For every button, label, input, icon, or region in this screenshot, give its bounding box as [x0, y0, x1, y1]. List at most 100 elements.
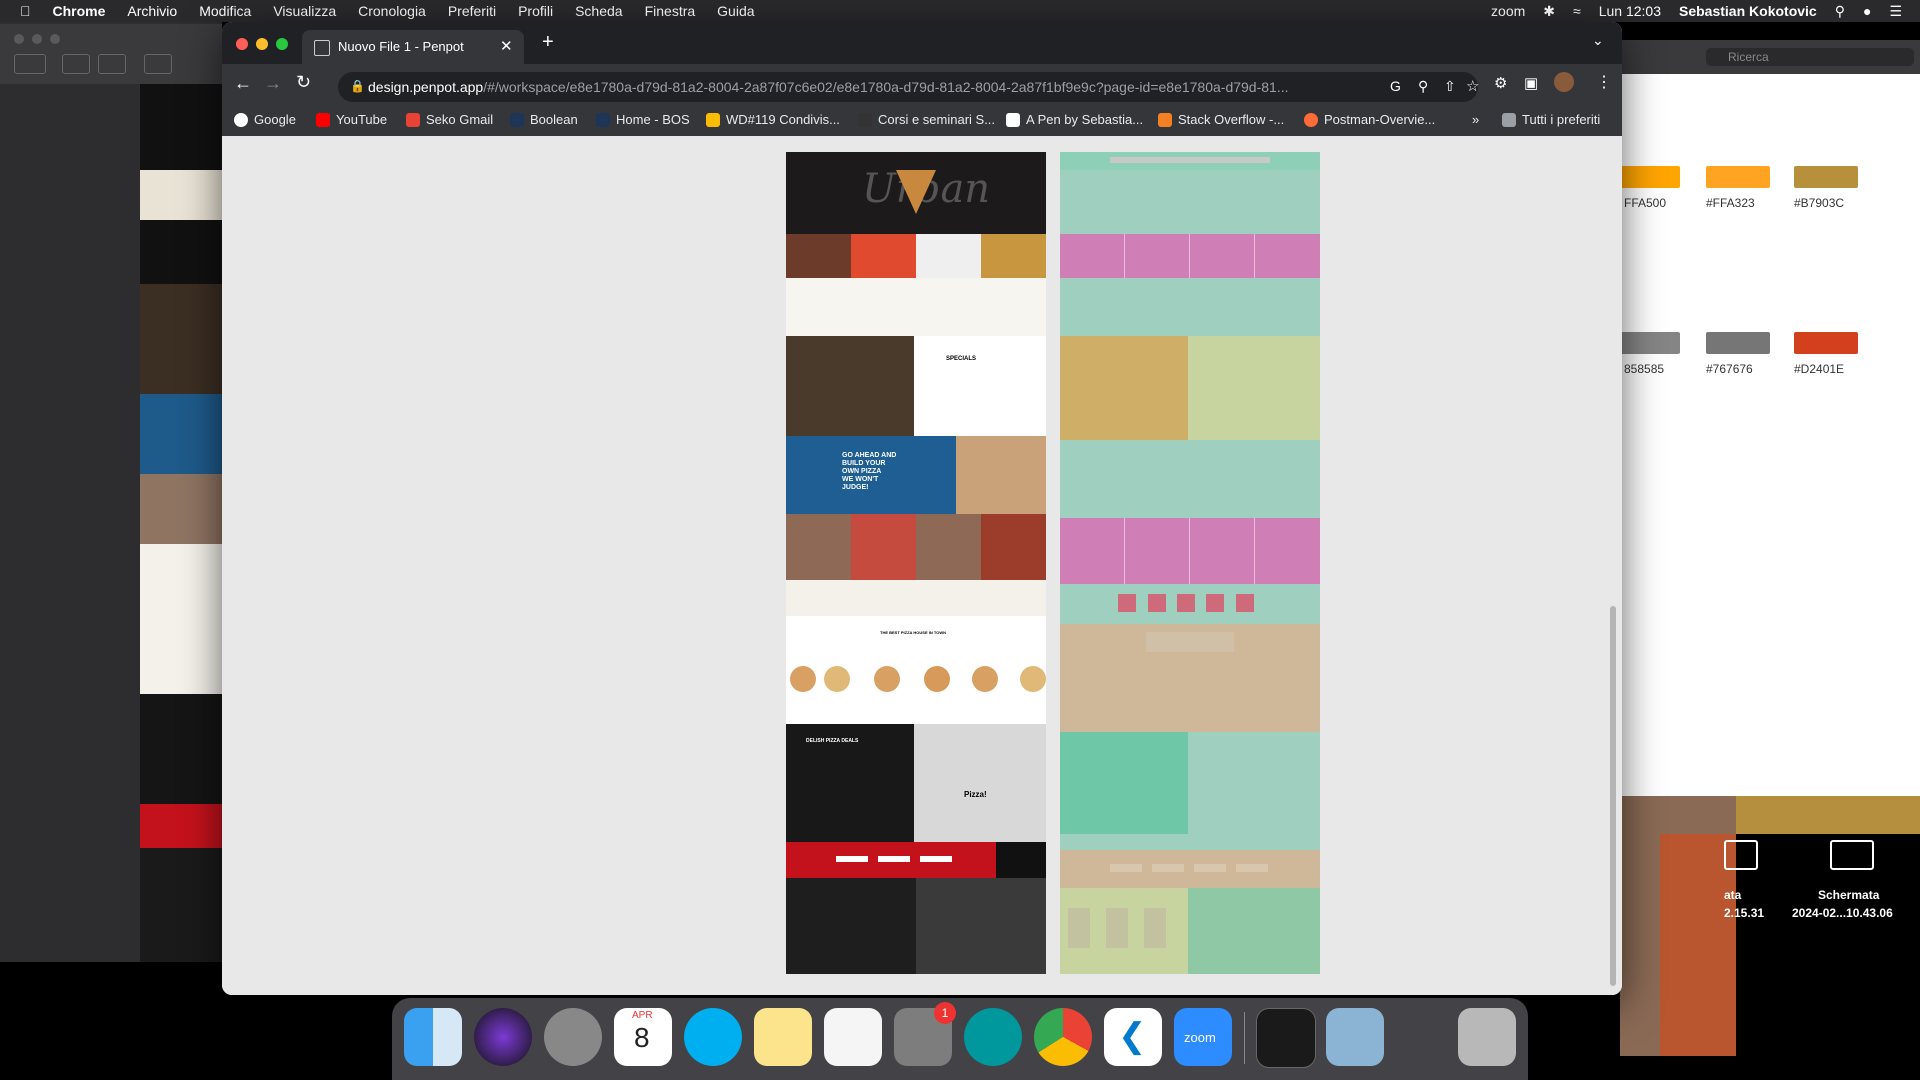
notes-icon[interactable]: [754, 1008, 812, 1066]
new-tab-icon[interactable]: +: [542, 31, 554, 54]
swatch-ffa323[interactable]: [1706, 166, 1770, 188]
mock-build-text: GO AHEAD AND BUILD YOUR OWN PIZZA WE WON…: [842, 452, 896, 492]
bookmark-boolean[interactable]: Boolean: [510, 112, 578, 127]
share-page-icon[interactable]: ⇧: [1444, 78, 1456, 95]
zoom-out-icon[interactable]: [62, 54, 90, 74]
wifi-icon[interactable]: ≈: [1573, 3, 1581, 19]
chrome-icon[interactable]: [1034, 1008, 1092, 1066]
share-icon[interactable]: [144, 54, 172, 74]
google-icon: [234, 112, 248, 127]
finder-icon[interactable]: [404, 1008, 462, 1066]
bookmark-corsi[interactable]: Corsi e seminari S...: [858, 112, 995, 127]
zoom-status[interactable]: zoom: [1491, 3, 1525, 19]
file-icon[interactable]: [1724, 840, 1758, 870]
trash-icon[interactable]: [1458, 1008, 1516, 1066]
file-icon[interactable]: [1830, 840, 1874, 870]
terminal-icon[interactable]: [1256, 1008, 1316, 1068]
system-preferences-icon[interactable]: 1: [894, 1002, 956, 1066]
bookmark-label: WD#119 Condivis...: [726, 112, 840, 127]
wf-footer-right: [1188, 888, 1320, 974]
zoom-in-icon[interactable]: [98, 54, 126, 74]
penpot-canvas[interactable]: Urban SPECIALS GO AHEAD AND BUILD YOUR O…: [222, 136, 1622, 995]
bookmark-postman[interactable]: Postman-Overvie...: [1304, 112, 1435, 127]
sidepanel-icon[interactable]: ▣: [1524, 74, 1538, 92]
profile-avatar[interactable]: [1554, 72, 1574, 92]
swatch-767676[interactable]: [1706, 332, 1770, 354]
swatch-858585[interactable]: [1616, 332, 1680, 354]
bookmark-gmail[interactable]: Seko Gmail: [406, 112, 493, 127]
menu-preferiti[interactable]: Preferiti: [448, 3, 496, 19]
bookmark-stackoverflow[interactable]: Stack Overflow -...: [1158, 112, 1284, 127]
extensions-icon[interactable]: ⚙: [1494, 74, 1507, 92]
overflow-label: »: [1472, 112, 1480, 127]
mock-hero: Urban: [786, 152, 1046, 234]
menu-profili[interactable]: Profili: [518, 3, 553, 19]
arduino-icon[interactable]: [964, 1008, 1022, 1066]
canvas-scrollbar[interactable]: [1610, 606, 1616, 986]
zoom-icon[interactable]: ⚲: [1418, 78, 1428, 95]
mock-comic-text: Pizza!: [964, 790, 987, 799]
clock[interactable]: Lun 12:03: [1599, 3, 1661, 19]
bookmark-all[interactable]: Tutti i preferiti: [1502, 112, 1600, 127]
siri-icon[interactable]: ●: [1863, 3, 1871, 19]
menu-cronologia[interactable]: Cronologia: [358, 3, 426, 19]
menu-app-name[interactable]: Chrome: [53, 3, 106, 19]
preview-app-icon[interactable]: [1326, 1008, 1384, 1066]
bookmark-google[interactable]: Google: [234, 112, 296, 127]
bookmarks-overflow[interactable]: »: [1472, 112, 1479, 127]
control-center-icon[interactable]: ☰: [1889, 3, 1902, 20]
bookmark-star-icon[interactable]: ☆: [1466, 77, 1479, 95]
menu-visualizza[interactable]: Visualizza: [273, 3, 336, 19]
bookmark-codepen[interactable]: A Pen by Sebastia...: [1006, 112, 1143, 127]
bluetooth-icon[interactable]: ✱: [1543, 3, 1555, 20]
zoom-app-icon[interactable]: zoom: [1174, 1008, 1232, 1066]
reminders-icon[interactable]: [824, 1008, 882, 1066]
google-lens-icon[interactable]: G: [1390, 78, 1401, 94]
calendar-icon[interactable]: APR 8: [614, 1008, 672, 1066]
address-bar[interactable]: 🔒 design.penpot.app/#/workspace/e8e1780a…: [338, 72, 1479, 102]
bookmark-label: Stack Overflow -...: [1178, 112, 1285, 127]
menu-guida[interactable]: Guida: [717, 3, 754, 19]
menu-modifica[interactable]: Modifica: [199, 3, 251, 19]
vscode-icon[interactable]: ❮: [1104, 1008, 1162, 1066]
menu-archivio[interactable]: Archivio: [127, 3, 177, 19]
user-name[interactable]: Sebastian Kokotovic: [1679, 3, 1817, 19]
menu-scheda[interactable]: Scheda: [575, 3, 622, 19]
forward-icon[interactable]: →: [264, 73, 282, 94]
close-tab-icon[interactable]: ✕: [500, 37, 513, 55]
menu-finestra[interactable]: Finestra: [645, 3, 696, 19]
wf-deals-bottom: [1060, 834, 1188, 850]
wireframe-artboard[interactable]: [1060, 152, 1320, 974]
spotlight-icon[interactable]: ⚲: [1835, 3, 1845, 20]
reload-icon[interactable]: ↻: [296, 72, 311, 93]
bookmark-drive[interactable]: WD#119 Condivis...: [706, 112, 840, 127]
launchpad-icon[interactable]: [544, 1008, 602, 1066]
bookmark-label: A Pen by Sebastia...: [1026, 112, 1144, 127]
mock-line: JUDGE!: [842, 484, 869, 491]
tab-penpot[interactable]: Nuovo File 1 - Penpot ✕: [302, 30, 524, 64]
maximize-window-button[interactable]: [276, 38, 288, 50]
mock-cta: [786, 842, 1046, 878]
bookmark-youtube[interactable]: YouTube: [316, 112, 387, 127]
bookmark-bos[interactable]: Home - BOS: [596, 112, 690, 127]
skype-icon[interactable]: [684, 1008, 742, 1066]
dock: APR 8 1 ❮ zoom: [392, 998, 1528, 1080]
close-window-button[interactable]: [236, 38, 248, 50]
swatch-ffa500[interactable]: [1616, 166, 1680, 188]
sidebar-toggle-icon[interactable]: [14, 54, 46, 74]
bookmark-label: Home - BOS: [616, 112, 690, 127]
siri-icon[interactable]: [474, 1008, 532, 1066]
search-field[interactable]: Ricerca: [1706, 48, 1914, 66]
menu-icon[interactable]: ⋮: [1596, 72, 1612, 92]
tab-search-icon[interactable]: ⌄: [1592, 32, 1604, 49]
swatch-d2401e[interactable]: [1794, 332, 1858, 354]
minimize-window-button[interactable]: [256, 38, 268, 50]
preview-toolbar: [0, 24, 222, 84]
website-mockup-artboard[interactable]: Urban SPECIALS GO AHEAD AND BUILD YOUR O…: [786, 152, 1046, 974]
swatch-b7903c[interactable]: [1794, 166, 1858, 188]
mock-deals: DELISH PIZZA DEALS: [786, 724, 914, 842]
back-icon[interactable]: ←: [234, 73, 252, 94]
apple-icon[interactable]: : [20, 3, 31, 19]
url-path: /#/workspace/e8e1780a-d79d-81a2-8004-2a8…: [483, 79, 1289, 95]
gmail-icon: [406, 112, 420, 127]
